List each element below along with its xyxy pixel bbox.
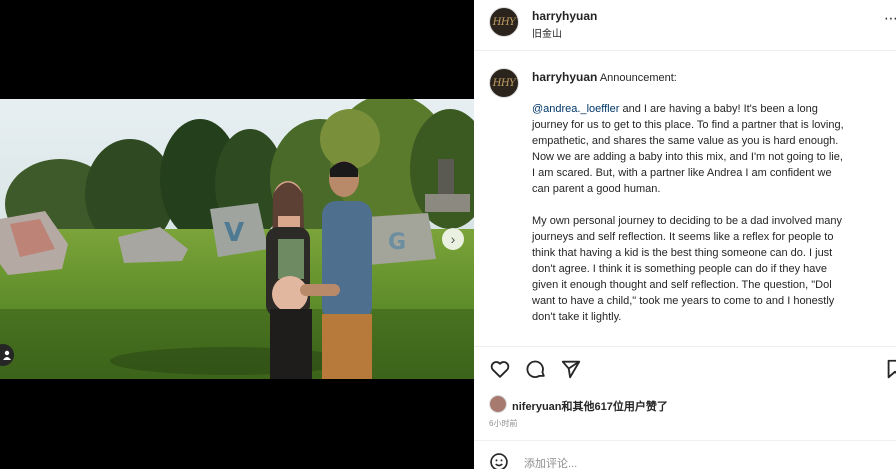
caption-line: Now we are adding a baby into this mix, … [532, 151, 843, 163]
post-timestamp[interactable]: 6小时前 [489, 418, 517, 429]
bookmark-icon [887, 359, 896, 379]
share-button[interactable] [560, 358, 582, 385]
caption-line: journey for us to get to this place. To … [532, 119, 844, 131]
post-media: V G › [0, 0, 474, 469]
svg-text:V: V [224, 218, 244, 248]
emoji-icon [490, 453, 508, 469]
caption-line: @andrea._loeffler and I are having a bab… [532, 101, 818, 117]
user-tag-icon [3, 350, 11, 360]
save-button[interactable] [884, 358, 896, 385]
comment-icon [526, 360, 545, 378]
svg-text:G: G [388, 230, 406, 255]
comment-divider [474, 440, 896, 441]
caption-line: think that having a kid is the best thin… [532, 247, 833, 259]
caption-line: My own personal journey to deciding to b… [532, 215, 843, 227]
caption-mention[interactable]: @andrea._loeffler [532, 103, 619, 115]
heart-icon [490, 361, 510, 378]
post-panel: HHY harryhyuan 旧金山 ⋯ HHY harryhyuan Anno… [474, 0, 896, 469]
caption-intro: Announcement: [599, 72, 677, 84]
post-photo: V G [0, 99, 474, 379]
header-divider [474, 50, 896, 51]
more-options-button[interactable]: ⋯ [884, 10, 896, 27]
next-photo-button[interactable]: › [442, 228, 464, 250]
more-icon: ⋯ [884, 10, 896, 26]
caption-line: journeys and self reflection. It seems l… [532, 231, 834, 243]
chevron-right-icon: › [450, 231, 456, 247]
post-location[interactable]: 旧金山 [532, 25, 562, 40]
caption-username[interactable]: harryhyuan [532, 70, 597, 84]
liker-avatar[interactable] [489, 395, 507, 413]
like-button[interactable] [489, 358, 511, 385]
actions-divider [474, 346, 896, 347]
caption-line: given it enough thought and self reflect… [532, 279, 832, 291]
caption-line: don't take it lightly. [532, 311, 622, 323]
caption-line: I am scared. But, with a partner like An… [532, 167, 832, 179]
caption-line: don't agree. I think it is something peo… [532, 263, 828, 275]
caption-line: want to have a child," took me years to … [532, 295, 835, 307]
caption-line: can parent a good human. [532, 183, 661, 195]
caption-text: and I are having a baby! It's been a lon… [619, 103, 818, 115]
avatar-text: HHY [492, 77, 516, 89]
caption-line: empathetic, and shares the same value as… [532, 135, 839, 147]
avatar-text: HHY [492, 16, 516, 28]
caption-avatar[interactable]: HHY [489, 68, 519, 98]
author-username[interactable]: harryhyuan [532, 9, 597, 23]
likes-summary[interactable]: niferyuan和其他617位用户赞了 [512, 398, 668, 414]
send-icon [561, 360, 581, 379]
caption-header: harryhyuan Announcement: [532, 69, 677, 86]
comment-button[interactable] [525, 358, 547, 385]
emoji-button[interactable] [489, 452, 509, 469]
comment-input[interactable]: 添加评论... [524, 455, 577, 469]
author-avatar[interactable]: HHY [489, 7, 519, 37]
